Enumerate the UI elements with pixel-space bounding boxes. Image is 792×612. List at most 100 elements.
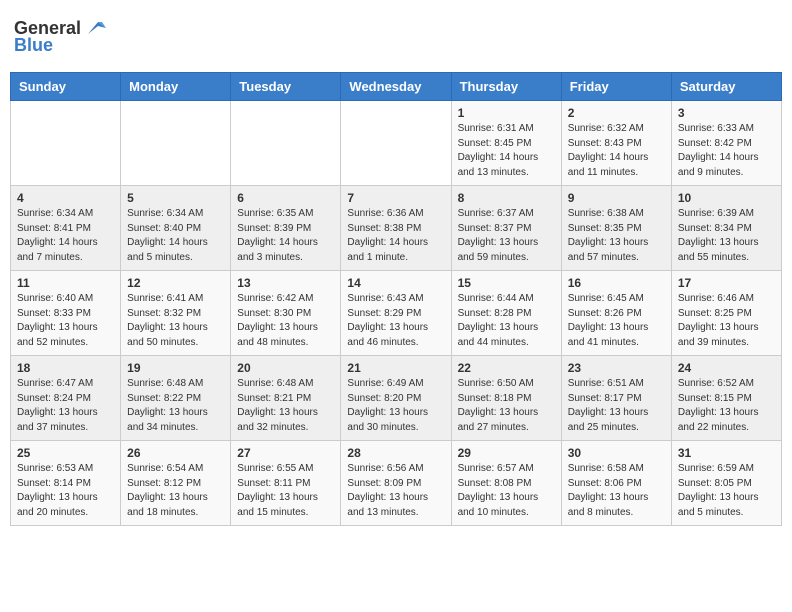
calendar-cell: 9 Sunrise: 6:38 AM Sunset: 8:35 PM Daylig… [561,186,671,271]
calendar-cell: 28 Sunrise: 6:56 AM Sunset: 8:09 PM Dayli… [341,441,451,526]
calendar-week-row: 4 Sunrise: 6:34 AM Sunset: 8:41 PM Daylig… [11,186,782,271]
day-info: Sunrise: 6:55 AM Sunset: 8:11 PM Dayligh… [237,462,334,520]
day-number: 1 [458,106,555,120]
calendar-table: SundayMondayTuesdayWednesdayThursdayFrid… [10,72,782,526]
logo-bird-icon [84,20,106,38]
calendar-cell: 25 Sunrise: 6:53 AM Sunset: 8:14 PM Dayli… [11,441,121,526]
calendar-cell: 29 Sunrise: 6:57 AM Sunset: 8:08 PM Dayli… [451,441,561,526]
calendar-cell: 30 Sunrise: 6:58 AM Sunset: 8:06 PM Dayli… [561,441,671,526]
calendar-cell: 15 Sunrise: 6:44 AM Sunset: 8:28 PM Dayli… [451,271,561,356]
day-info: Sunrise: 6:43 AM Sunset: 8:29 PM Dayligh… [347,292,444,350]
day-number: 25 [17,446,114,460]
day-number: 6 [237,191,334,205]
logo: General Blue [14,18,106,56]
calendar-cell: 26 Sunrise: 6:54 AM Sunset: 8:12 PM Dayli… [121,441,231,526]
day-info: Sunrise: 6:58 AM Sunset: 8:06 PM Dayligh… [568,462,665,520]
day-info: Sunrise: 6:41 AM Sunset: 8:32 PM Dayligh… [127,292,224,350]
calendar-cell [121,101,231,186]
calendar-cell: 20Sunrise: 6:48 AM Sunset: 8:21 PM Dayli… [231,356,341,441]
day-header-monday: Monday [121,73,231,101]
day-header-saturday: Saturday [671,73,781,101]
calendar-week-row: 25 Sunrise: 6:53 AM Sunset: 8:14 PM Dayli… [11,441,782,526]
day-number: 15 [458,276,555,290]
day-number: 4 [17,191,114,205]
day-number: 19 [127,361,224,375]
day-number: 31 [678,446,775,460]
day-info: Sunrise: 6:38 AM Sunset: 8:35 PM Dayligh… [568,207,665,265]
day-header-wednesday: Wednesday [341,73,451,101]
calendar-header-row: SundayMondayTuesdayWednesdayThursdayFrid… [11,73,782,101]
calendar-cell: 31 Sunrise: 6:59 AM Sunset: 8:05 PM Dayli… [671,441,781,526]
day-info: Sunrise: 6:33 AM Sunset: 8:42 PM Dayligh… [678,122,775,180]
day-info: Sunrise: 6:49 AM Sunset: 8:20 PM Dayligh… [347,377,444,435]
calendar-cell: 22Sunrise: 6:50 AM Sunset: 8:18 PM Dayli… [451,356,561,441]
calendar-cell: 17 Sunrise: 6:46 AM Sunset: 8:25 PM Dayli… [671,271,781,356]
day-info: Sunrise: 6:52 AM Sunset: 8:15 PM Dayligh… [678,377,775,435]
day-info: Sunrise: 6:40 AM Sunset: 8:33 PM Dayligh… [17,292,114,350]
day-number: 26 [127,446,224,460]
day-info: Sunrise: 6:32 AM Sunset: 8:43 PM Dayligh… [568,122,665,180]
day-info: Sunrise: 6:39 AM Sunset: 8:34 PM Dayligh… [678,207,775,265]
calendar-cell: 2Sunrise: 6:32 AM Sunset: 8:43 PM Daylig… [561,101,671,186]
day-number: 24 [678,361,775,375]
calendar-cell: 11Sunrise: 6:40 AM Sunset: 8:33 PM Dayli… [11,271,121,356]
calendar-cell: 10 Sunrise: 6:39 AM Sunset: 8:34 PM Dayli… [671,186,781,271]
day-info: Sunrise: 6:48 AM Sunset: 8:21 PM Dayligh… [237,377,334,435]
day-number: 16 [568,276,665,290]
day-info: Sunrise: 6:53 AM Sunset: 8:14 PM Dayligh… [17,462,114,520]
day-info: Sunrise: 6:57 AM Sunset: 8:08 PM Dayligh… [458,462,555,520]
day-info: Sunrise: 6:59 AM Sunset: 8:05 PM Dayligh… [678,462,775,520]
day-info: Sunrise: 6:54 AM Sunset: 8:12 PM Dayligh… [127,462,224,520]
calendar-week-row: 11Sunrise: 6:40 AM Sunset: 8:33 PM Dayli… [11,271,782,356]
calendar-cell: 24 Sunrise: 6:52 AM Sunset: 8:15 PM Dayli… [671,356,781,441]
day-number: 29 [458,446,555,460]
day-number: 12 [127,276,224,290]
day-number: 9 [568,191,665,205]
calendar-cell: 12 Sunrise: 6:41 AM Sunset: 8:32 PM Dayli… [121,271,231,356]
calendar-week-row: 18Sunrise: 6:47 AM Sunset: 8:24 PM Dayli… [11,356,782,441]
day-number: 30 [568,446,665,460]
day-number: 14 [347,276,444,290]
day-info: Sunrise: 6:37 AM Sunset: 8:37 PM Dayligh… [458,207,555,265]
day-header-tuesday: Tuesday [231,73,341,101]
day-number: 28 [347,446,444,460]
day-number: 21 [347,361,444,375]
day-header-friday: Friday [561,73,671,101]
day-number: 17 [678,276,775,290]
calendar-cell: 18Sunrise: 6:47 AM Sunset: 8:24 PM Dayli… [11,356,121,441]
calendar-cell: 5 Sunrise: 6:34 AM Sunset: 8:40 PM Daylig… [121,186,231,271]
calendar-cell [341,101,451,186]
logo-blue: Blue [14,35,53,56]
calendar-cell: 27 Sunrise: 6:55 AM Sunset: 8:11 PM Dayli… [231,441,341,526]
calendar-cell [231,101,341,186]
calendar-cell: 16 Sunrise: 6:45 AM Sunset: 8:26 PM Dayli… [561,271,671,356]
calendar-week-row: 1 Sunrise: 6:31 AM Sunset: 8:45 PM Daylig… [11,101,782,186]
day-number: 10 [678,191,775,205]
day-number: 27 [237,446,334,460]
day-info: Sunrise: 6:51 AM Sunset: 8:17 PM Dayligh… [568,377,665,435]
day-number: 23 [568,361,665,375]
day-number: 5 [127,191,224,205]
day-number: 22 [458,361,555,375]
day-number: 7 [347,191,444,205]
calendar-cell [11,101,121,186]
day-info: Sunrise: 6:56 AM Sunset: 8:09 PM Dayligh… [347,462,444,520]
day-info: Sunrise: 6:48 AM Sunset: 8:22 PM Dayligh… [127,377,224,435]
day-info: Sunrise: 6:35 AM Sunset: 8:39 PM Dayligh… [237,207,334,265]
calendar-cell: 21 Sunrise: 6:49 AM Sunset: 8:20 PM Dayli… [341,356,451,441]
calendar-cell: 23 Sunrise: 6:51 AM Sunset: 8:17 PM Dayli… [561,356,671,441]
day-info: Sunrise: 6:34 AM Sunset: 8:41 PM Dayligh… [17,207,114,265]
day-number: 18 [17,361,114,375]
calendar-cell: 8 Sunrise: 6:37 AM Sunset: 8:37 PM Daylig… [451,186,561,271]
day-info: Sunrise: 6:44 AM Sunset: 8:28 PM Dayligh… [458,292,555,350]
day-info: Sunrise: 6:45 AM Sunset: 8:26 PM Dayligh… [568,292,665,350]
day-header-thursday: Thursday [451,73,561,101]
day-info: Sunrise: 6:34 AM Sunset: 8:40 PM Dayligh… [127,207,224,265]
day-info: Sunrise: 6:31 AM Sunset: 8:45 PM Dayligh… [458,122,555,180]
calendar-cell: 3 Sunrise: 6:33 AM Sunset: 8:42 PM Daylig… [671,101,781,186]
day-number: 8 [458,191,555,205]
day-header-sunday: Sunday [11,73,121,101]
day-number: 3 [678,106,775,120]
day-info: Sunrise: 6:46 AM Sunset: 8:25 PM Dayligh… [678,292,775,350]
calendar-cell: 1 Sunrise: 6:31 AM Sunset: 8:45 PM Daylig… [451,101,561,186]
